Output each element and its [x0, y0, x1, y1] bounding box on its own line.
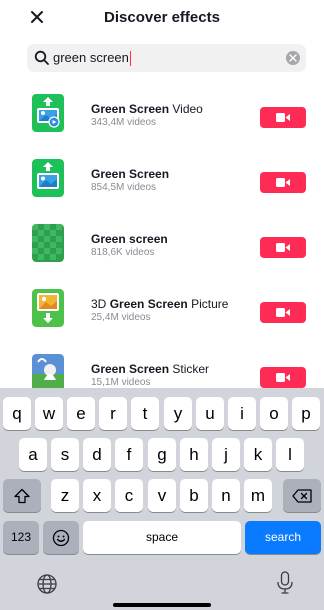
key-u[interactable]: u — [196, 397, 224, 430]
microphone-icon[interactable] — [276, 571, 294, 595]
key-j[interactable]: j — [212, 438, 240, 471]
key-x[interactable]: x — [83, 479, 111, 512]
record-button[interactable] — [260, 172, 306, 193]
search-input-value: green screen — [53, 50, 129, 65]
shift-key[interactable] — [3, 479, 41, 512]
key-v[interactable]: v — [148, 479, 176, 512]
key-p[interactable]: p — [292, 397, 320, 430]
list-item[interactable]: 3D Green Screen Picture 25,4M videos — [0, 283, 324, 348]
camera-icon — [276, 178, 290, 187]
backspace-key[interactable] — [283, 479, 321, 512]
key-o[interactable]: o — [260, 397, 288, 430]
key-e[interactable]: e — [67, 397, 95, 430]
effect-name: Green Screen — [91, 167, 170, 181]
key-r[interactable]: r — [99, 397, 127, 430]
key-y[interactable]: y — [164, 397, 192, 430]
globe-icon[interactable] — [36, 573, 58, 595]
effect-thumbnail-icon — [32, 94, 64, 132]
key-f[interactable]: f — [115, 438, 143, 471]
search-bar[interactable]: green screen — [27, 44, 306, 72]
emoji-key[interactable] — [43, 521, 79, 554]
key-b[interactable]: b — [180, 479, 208, 512]
record-button[interactable] — [260, 107, 306, 128]
key-c[interactable]: c — [115, 479, 143, 512]
space-key[interactable]: space — [83, 521, 241, 554]
home-indicator — [113, 603, 211, 607]
key-t[interactable]: t — [131, 397, 159, 430]
effects-list: Green Screen Video 343,4M videos Green S… — [0, 88, 324, 388]
key-h[interactable]: h — [180, 438, 208, 471]
effect-name: Green Screen Video — [91, 102, 203, 116]
key-s[interactable]: s — [51, 438, 79, 471]
effect-name: Green screen — [91, 232, 168, 246]
effect-video-count: 343,4M videos — [91, 117, 157, 128]
effect-name: Green Screen Sticker — [91, 362, 210, 376]
list-item[interactable]: Green screen 818,6K videos — [0, 218, 324, 283]
key-n[interactable]: n — [212, 479, 240, 512]
key-g[interactable]: g — [148, 438, 176, 471]
record-button[interactable] — [260, 367, 306, 388]
text-caret — [129, 51, 131, 67]
search-input[interactable]: green screen — [53, 44, 131, 72]
emoji-icon — [52, 529, 70, 546]
record-button[interactable] — [260, 302, 306, 323]
effect-thumbnail-icon — [32, 289, 64, 327]
effect-video-count: 15,1M videos — [91, 377, 151, 388]
key-z[interactable]: z — [51, 479, 79, 512]
list-item[interactable]: Green Screen Sticker 15,1M videos — [0, 348, 324, 388]
key-a[interactable]: a — [19, 438, 47, 471]
camera-icon — [276, 308, 290, 317]
backspace-icon — [292, 488, 312, 503]
effect-thumbnail-icon — [32, 224, 64, 262]
key-k[interactable]: k — [244, 438, 272, 471]
list-item[interactable]: Green Screen 854,5M videos — [0, 153, 324, 218]
key-m[interactable]: m — [244, 479, 272, 512]
effect-video-count: 25,4M videos — [91, 312, 151, 323]
key-i[interactable]: i — [228, 397, 256, 430]
camera-icon — [276, 113, 290, 122]
clear-icon[interactable] — [286, 51, 300, 65]
shift-icon — [14, 488, 30, 503]
header: Discover effects — [0, 0, 324, 36]
search-key[interactable]: search — [245, 521, 321, 554]
numbers-key[interactable]: 123 — [3, 521, 39, 554]
keyboard: q w e r t y u i o p a s d f g h j k l z … — [0, 388, 324, 610]
page-title: Discover effects — [104, 9, 220, 26]
effect-video-count: 818,6K videos — [91, 247, 155, 258]
search-icon — [34, 50, 50, 66]
camera-icon — [276, 373, 290, 382]
key-l[interactable]: l — [276, 438, 304, 471]
key-w[interactable]: w — [35, 397, 63, 430]
record-button[interactable] — [260, 237, 306, 258]
effect-name: 3D Green Screen Picture — [91, 297, 229, 311]
list-item[interactable]: Green Screen Video 343,4M videos — [0, 88, 324, 153]
effect-thumbnail-icon — [32, 354, 64, 388]
camera-icon — [276, 243, 290, 252]
key-d[interactable]: d — [83, 438, 111, 471]
effect-thumbnail-icon — [32, 159, 64, 197]
key-q[interactable]: q — [3, 397, 31, 430]
effect-video-count: 854,5M videos — [91, 182, 157, 193]
